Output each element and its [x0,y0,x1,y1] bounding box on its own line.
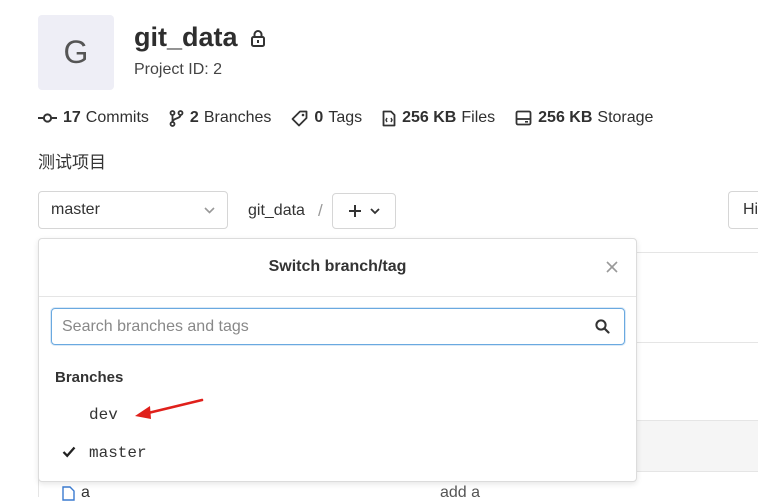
storage-size: 256 KB [538,109,593,126]
commits-count: 17 [63,109,81,126]
branches-count: 2 [189,109,199,126]
branch-icon [169,109,184,127]
tag-icon [292,110,308,126]
lock-icon [250,29,265,47]
table-row[interactable]: a [62,484,90,502]
tags-label: Tags [328,109,363,126]
breadcrumb-separator: / [318,201,323,220]
project-avatar: G [38,15,114,90]
check-icon [62,446,76,458]
branch-search-field [51,308,625,345]
file-icon [62,485,75,501]
branch-dropdown: Switch branch/tag Branches dev master [38,238,637,482]
branches-section-header: Branches [55,369,124,386]
files-label: Files [461,109,496,126]
project-description: 测试项目 [38,153,106,172]
avatar-letter: G [63,34,89,70]
branches-link[interactable]: 2 Branches [169,109,272,127]
files-link[interactable]: 256 KB Files [382,109,495,127]
project-name[interactable]: git_data [134,22,238,53]
chevron-down-icon [204,206,215,214]
files-size: 256 KB [402,109,457,126]
tags-count: 0 [314,109,324,126]
tags-link[interactable]: 0 Tags [291,109,362,127]
branch-selector[interactable]: master [38,191,228,229]
branch-name: master [89,444,147,462]
project-stats: 17 Commits 2 Branches 0 Tags 256 KB File… [38,109,673,127]
close-icon[interactable] [604,259,620,275]
file-name[interactable]: a [81,484,90,502]
selected-branch: master [51,201,100,218]
breadcrumb-project[interactable]: git_data [248,202,305,220]
project-title: git_data [134,22,266,53]
dropdown-title: Switch branch/tag [268,258,407,275]
branch-item-master[interactable]: master [40,437,636,471]
storage-icon [515,110,532,126]
history-button[interactable]: Hi [728,191,758,229]
storage-link[interactable]: 256 KB Storage [515,109,653,127]
table-header-row [636,420,758,472]
table-divider [636,342,758,343]
plus-icon [349,205,361,217]
branches-label: Branches [203,109,272,126]
commits-link[interactable]: 17 Commits [38,109,149,127]
commit-message[interactable]: add a [440,484,480,502]
commits-label: Commits [85,109,149,126]
add-dropdown-button[interactable] [332,193,396,229]
chevron-down-icon [370,207,380,214]
commit-icon [38,113,57,123]
project-id: Project ID: 2 [134,61,223,78]
branch-name: dev [89,406,118,424]
annotation-arrow-icon [135,398,204,419]
dropdown-header: Switch branch/tag [39,239,636,297]
search-icon [595,319,610,334]
branch-search-input[interactable] [52,309,624,344]
table-divider [636,252,758,253]
storage-label: Storage [597,109,654,126]
file-icon [382,110,396,126]
